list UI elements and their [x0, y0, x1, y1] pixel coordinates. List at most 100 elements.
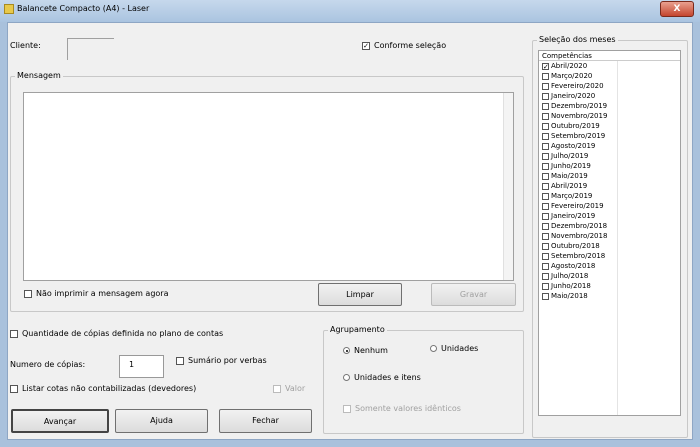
month-item[interactable]: Setembro/2019 [539, 131, 680, 141]
month-label: Maio/2018 [551, 292, 588, 300]
nao-imprimir-checkbox[interactable]: Não imprimir a mensagem agora [24, 289, 168, 298]
mensagem-textarea[interactable] [23, 92, 514, 281]
month-label: Janeiro/2020 [551, 92, 596, 100]
unidades-itens-label: Unidades e itens [354, 373, 421, 382]
month-label: Julho/2018 [551, 272, 589, 280]
month-label: Março/2019 [551, 192, 593, 200]
month-label: Março/2020 [551, 72, 593, 80]
month-item[interactable]: Fevereiro/2019 [539, 201, 680, 211]
sumario-checkbox[interactable]: Sumário por verbas [176, 356, 267, 365]
checkbox-icon[interactable]: ✓ [542, 62, 549, 70]
checkbox-icon[interactable] [542, 262, 549, 270]
checkbox-icon[interactable] [542, 112, 549, 120]
month-label: Dezembro/2018 [551, 222, 608, 230]
month-label: Abril/2019 [551, 182, 588, 190]
month-item[interactable]: Dezembro/2018 [539, 221, 680, 231]
month-item[interactable]: Agosto/2019 [539, 141, 680, 151]
checkbox-icon[interactable] [542, 142, 549, 150]
checkbox-icon[interactable] [542, 202, 549, 210]
avancar-button[interactable]: Avançar [11, 409, 109, 433]
month-item[interactable]: Agosto/2018 [539, 261, 680, 271]
checkbox-icon[interactable] [542, 192, 549, 200]
checkbox-icon[interactable] [542, 132, 549, 140]
month-item[interactable]: Novembro/2018 [539, 231, 680, 241]
month-item[interactable]: Março/2019 [539, 191, 680, 201]
listar-checkbox[interactable]: Listar cotas não contabilizadas (devedor… [10, 384, 196, 393]
quantidade-checkbox[interactable]: Quantidade de cópias definida no plano d… [10, 329, 223, 338]
checkbox-icon[interactable] [542, 272, 549, 280]
month-item[interactable]: Outubro/2019 [539, 121, 680, 131]
gravar-button[interactable]: Gravar [431, 283, 516, 306]
column-divider [617, 51, 618, 415]
month-label: Outubro/2019 [551, 122, 600, 130]
checkbox-icon[interactable] [542, 152, 549, 160]
nenhum-radio[interactable]: Nenhum [343, 346, 388, 355]
radio-icon [343, 347, 350, 354]
checkbox-icon[interactable] [542, 232, 549, 240]
month-item[interactable]: Dezembro/2019 [539, 101, 680, 111]
conforme-selecao-checkbox[interactable]: ✓ Conforme seleção [362, 41, 446, 50]
checkbox-icon [273, 384, 281, 393]
nenhum-label: Nenhum [354, 346, 388, 355]
column-header-competencias[interactable]: Competências [539, 51, 680, 61]
conforme-label: Conforme seleção [374, 41, 447, 50]
month-label: Agosto/2019 [551, 142, 596, 150]
month-label: Maio/2019 [551, 172, 588, 180]
unidades-radio[interactable]: Unidades [430, 344, 478, 353]
checkbox-icon [24, 289, 32, 298]
checkbox-icon[interactable] [542, 252, 549, 260]
month-item[interactable]: Maio/2018 [539, 291, 680, 301]
somente-valores-checkbox[interactable]: Somente valores idênticos [343, 404, 461, 413]
quantidade-label: Quantidade de cópias definida no plano d… [22, 329, 224, 338]
month-item[interactable]: Maio/2019 [539, 171, 680, 181]
unidades-itens-radio[interactable]: Unidades e itens [343, 373, 421, 382]
month-item[interactable]: Janeiro/2020 [539, 91, 680, 101]
month-label: Outubro/2018 [551, 242, 600, 250]
scrollbar[interactable] [503, 93, 513, 280]
month-item[interactable]: Junho/2019 [539, 161, 680, 171]
month-item[interactable]: ✓ Abril/2020 [539, 61, 680, 71]
checkbox-icon[interactable] [542, 292, 549, 300]
limpar-button[interactable]: Limpar [318, 283, 402, 306]
meses-list[interactable]: Competências ✓ Abril/2020 Março/2020 Fevere… [538, 50, 681, 416]
month-item[interactable]: Novembro/2019 [539, 111, 680, 121]
checkbox-icon[interactable] [542, 102, 549, 110]
meses-legend: Seleção dos meses [537, 35, 618, 44]
month-item[interactable]: Setembro/2018 [539, 251, 680, 261]
month-item[interactable]: Fevereiro/2020 [539, 81, 680, 91]
month-label: Fevereiro/2020 [551, 82, 604, 90]
month-label: Junho/2019 [551, 162, 591, 170]
month-item[interactable]: Abril/2019 [539, 181, 680, 191]
checkbox-icon[interactable] [542, 282, 549, 290]
listar-label: Listar cotas não contabilizadas (devedor… [22, 384, 197, 393]
cliente-field[interactable] [67, 38, 114, 60]
checkbox-icon[interactable] [542, 222, 549, 230]
month-item[interactable]: Junho/2018 [539, 281, 680, 291]
month-item[interactable]: Outubro/2018 [539, 241, 680, 251]
ajuda-button[interactable]: Ajuda [115, 409, 208, 433]
copias-input[interactable]: 1 [119, 355, 164, 378]
checkbox-icon[interactable] [542, 212, 549, 220]
month-item[interactable]: Julho/2018 [539, 271, 680, 281]
checkbox-icon[interactable] [542, 242, 549, 250]
month-item[interactable]: Janeiro/2019 [539, 211, 680, 221]
fechar-button[interactable]: Fechar [219, 409, 312, 433]
valor-checkbox[interactable]: Valor [273, 384, 305, 393]
checkbox-icon [343, 404, 351, 413]
checkbox-icon [176, 356, 184, 365]
checkbox-icon[interactable] [542, 122, 549, 130]
checkbox-icon[interactable] [542, 92, 549, 100]
month-label: Novembro/2018 [551, 232, 608, 240]
month-item[interactable]: Março/2020 [539, 71, 680, 81]
month-label: Novembro/2019 [551, 112, 608, 120]
month-item[interactable]: Julho/2019 [539, 151, 680, 161]
checkbox-icon[interactable] [542, 82, 549, 90]
checkbox-icon[interactable] [542, 182, 549, 190]
radio-icon [343, 374, 350, 381]
checkbox-icon: ✓ [362, 41, 370, 50]
month-label: Abril/2020 [551, 62, 588, 70]
checkbox-icon[interactable] [542, 172, 549, 180]
close-button[interactable]: X [660, 1, 694, 17]
checkbox-icon[interactable] [542, 162, 549, 170]
checkbox-icon[interactable] [542, 72, 549, 80]
